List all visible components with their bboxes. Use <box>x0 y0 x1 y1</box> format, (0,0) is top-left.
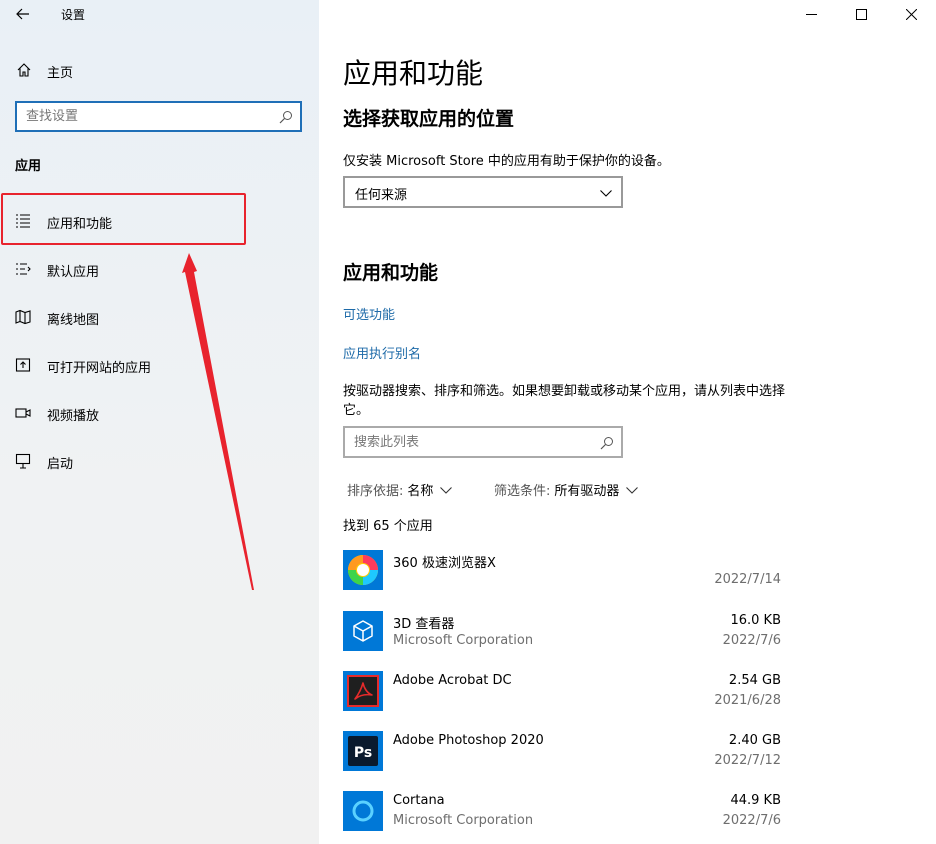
maximize-icon <box>855 8 867 20</box>
app-list-search-input[interactable] <box>345 428 585 456</box>
app-execution-alias-link[interactable]: 应用执行别名 <box>343 343 421 362</box>
app-source-value: 任何来源 <box>355 188 408 203</box>
app-source-dropdown[interactable]: 任何来源 <box>343 176 623 208</box>
settings-search-box <box>15 101 302 132</box>
sidebar-item-label: 可打开网站的应用 <box>47 361 152 376</box>
minimize-button[interactable] <box>786 0 836 28</box>
home-icon <box>17 63 31 77</box>
sidebar-section-label: 应用 <box>15 159 42 174</box>
sidebar-item-home[interactable]: 主页 <box>0 54 319 86</box>
search-icon[interactable] <box>278 109 294 125</box>
app-date: 2022/7/14 <box>714 572 781 587</box>
settings-search-input[interactable] <box>17 103 267 130</box>
app-name: 360 极速浏览器X <box>393 556 496 571</box>
app-name: Adobe Photoshop 2020 <box>393 733 544 748</box>
app-list-item[interactable]: 360 极速浏览器X 2022/7/14 <box>343 550 783 602</box>
sort-by-value: 名称 <box>407 484 434 499</box>
sidebar-item-label: 离线地图 <box>47 313 100 328</box>
sidebar-item-default-apps[interactable]: 默认应用 <box>0 248 319 290</box>
photoshop-icon-label: Ps <box>354 745 372 761</box>
chevron-down-icon <box>440 486 453 494</box>
filter-by-value: 所有驱动器 <box>554 484 620 499</box>
sidebar-item-label: 主页 <box>47 66 74 81</box>
close-button[interactable] <box>886 0 936 28</box>
filter-by-label: 筛选条件: <box>494 484 551 499</box>
web-app-icon <box>15 358 31 372</box>
browser-360-icon <box>343 550 383 590</box>
sort-by-dropdown[interactable]: 排序依据: 名称 <box>347 480 453 499</box>
choose-location-description: 仅安装 Microsoft Store 中的应用有助于保护你的设备。 <box>343 154 670 169</box>
app-size: 44.9 KB <box>730 793 781 808</box>
3d-viewer-icon <box>343 611 383 651</box>
app-size: 16.0 KB <box>730 613 781 628</box>
app-name: 3D 查看器 <box>393 617 455 632</box>
map-icon <box>15 309 31 325</box>
startup-icon <box>15 453 31 469</box>
app-list-search-box <box>343 426 623 458</box>
app-list-item[interactable]: Ps Adobe Photoshop 2020 2.40 GB 2022/7/1… <box>343 731 783 783</box>
sidebar-item-startup[interactable]: 启动 <box>0 440 319 482</box>
acrobat-icon <box>343 671 383 711</box>
sidebar-item-label: 默认应用 <box>47 265 100 280</box>
minimize-icon <box>805 13 817 15</box>
app-publisher: Microsoft Corporation <box>393 633 534 648</box>
apps-features-heading: 应用和功能 <box>343 262 439 284</box>
app-name: Adobe Acrobat DC <box>393 673 512 688</box>
photoshop-icon: Ps <box>343 731 383 771</box>
app-date: 2022/7/12 <box>714 753 781 768</box>
app-list-item[interactable]: Adobe Acrobat DC 2.54 GB 2021/6/28 <box>343 671 783 723</box>
app-count: 找到 65 个应用 <box>343 519 433 534</box>
app-date: 2021/6/28 <box>714 693 781 708</box>
title-bar: 设置 <box>0 0 319 28</box>
sidebar-item-label: 启动 <box>47 457 74 472</box>
optional-features-link[interactable]: 可选功能 <box>343 304 395 323</box>
app-date: 2022/7/6 <box>722 633 781 648</box>
sidebar: 设置 主页 应用 应用和功能 默认应用 离线地图 可打开网站的应用 视频播放 启… <box>0 0 319 844</box>
list-description: 按驱动器搜索、排序和筛选。如果想要卸载或移动某个应用，请从列表中选择它。 <box>343 384 786 418</box>
maximize-button[interactable] <box>836 0 886 28</box>
sort-by-label: 排序依据: <box>347 484 404 499</box>
default-apps-icon <box>16 263 31 275</box>
sidebar-item-apps-features[interactable]: 应用和功能 <box>0 200 319 242</box>
filter-by-dropdown[interactable]: 筛选条件: 所有驱动器 <box>494 480 639 499</box>
app-date: 2022/7/6 <box>722 813 781 828</box>
chevron-down-icon <box>626 486 639 494</box>
cortana-icon <box>343 791 383 831</box>
sidebar-item-video-playback[interactable]: 视频播放 <box>0 392 319 434</box>
apps-list-icon <box>16 214 30 228</box>
close-icon <box>905 8 917 20</box>
app-name: Cortana <box>393 793 445 808</box>
app-list-item[interactable]: 3D 查看器 Microsoft Corporation 16.0 KB 202… <box>343 611 783 663</box>
chevron-down-icon <box>600 190 612 197</box>
app-size: 2.40 GB <box>728 733 781 748</box>
back-button[interactable] <box>10 2 36 26</box>
sidebar-item-offline-maps[interactable]: 离线地图 <box>0 296 319 338</box>
app-size: 2.54 GB <box>728 673 781 688</box>
sidebar-item-web-apps[interactable]: 可打开网站的应用 <box>0 344 319 386</box>
back-arrow-icon <box>16 8 29 20</box>
window-title: 设置 <box>61 8 86 22</box>
window-controls <box>786 0 936 28</box>
video-icon <box>15 408 31 418</box>
app-list-item[interactable]: Cortana Microsoft Corporation 44.9 KB 20… <box>343 791 783 843</box>
app-publisher: Microsoft Corporation <box>393 813 534 828</box>
sidebar-item-label: 视频播放 <box>47 409 100 424</box>
search-icon[interactable] <box>599 435 615 451</box>
page-title: 应用和功能 <box>343 57 484 90</box>
sidebar-item-label: 应用和功能 <box>47 217 113 232</box>
choose-location-heading: 选择获取应用的位置 <box>343 108 515 130</box>
